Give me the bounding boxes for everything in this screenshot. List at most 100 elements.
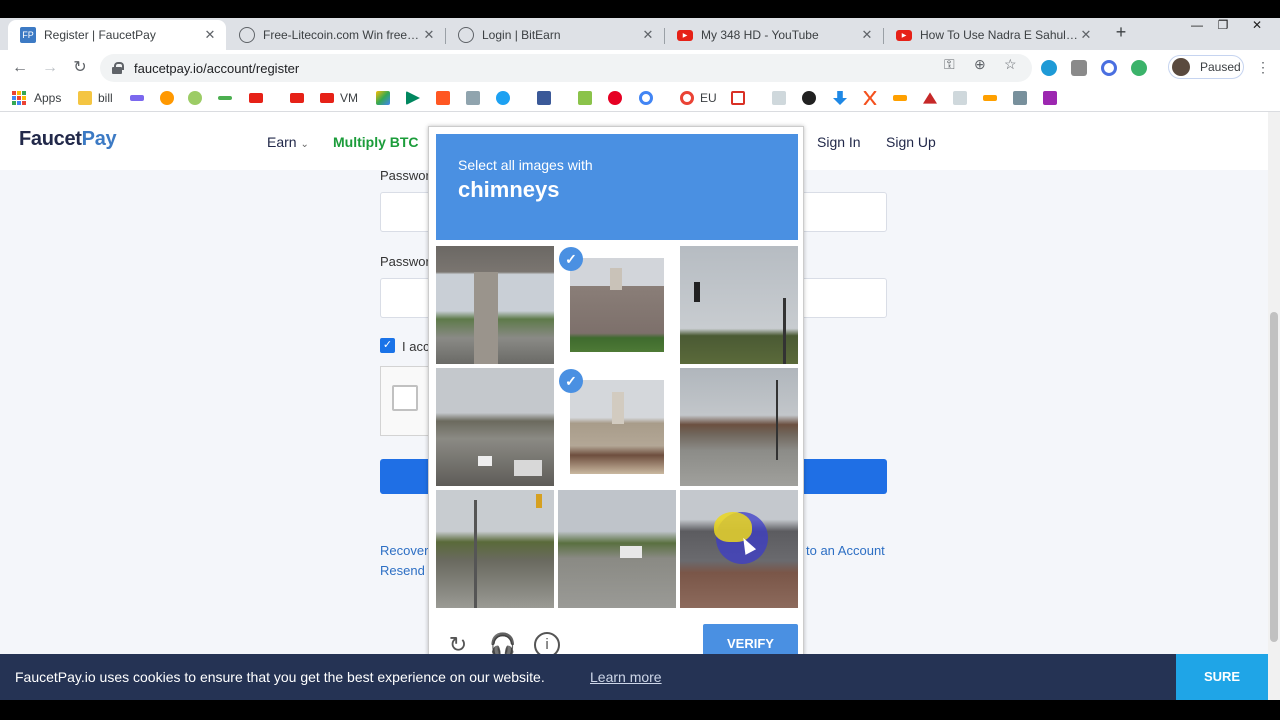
tab-faucetpay[interactable]: FP Register | FaucetPay ✕ [8,20,226,50]
bookmark-icon [218,96,232,100]
close-icon[interactable]: ✕ [1078,27,1094,43]
bookmark[interactable] [833,90,853,106]
nav-sign-in[interactable]: Sign In [817,134,861,150]
challenge-target: chimneys [458,177,560,202]
challenge-tile-intersection[interactable] [436,490,554,608]
menu-dots-icon[interactable]: ⋮ [1256,59,1270,76]
faucetpay-logo[interactable]: FaucetPay [19,128,117,151]
bookmark-pinterest[interactable] [608,90,628,106]
bookmark-apps[interactable]: Apps [12,90,61,106]
bookmark[interactable] [1013,90,1033,106]
bookmark-facebook[interactable] [537,90,557,106]
bookmark[interactable] [863,90,883,106]
bookmark[interactable] [466,90,486,106]
recaptcha-checkbox[interactable] [392,385,418,411]
account-link[interactable]: to an Account [806,543,885,558]
forward-icon[interactable]: → [40,58,60,78]
learn-more-link[interactable]: Learn more [590,669,662,685]
bookmark-icon [1043,91,1057,105]
tab-free-litecoin[interactable]: Free-Litecoin.com Win free Lite ✕ [227,20,445,50]
close-icon[interactable]: ✕ [859,27,875,43]
lock-icon [112,62,124,74]
extension-icon[interactable] [1071,60,1087,76]
parking-lot-image [680,368,798,486]
bookmark[interactable] [772,90,792,106]
scrollbar[interactable] [1268,112,1280,700]
pinterest-icon [608,91,622,105]
challenge-header: Select all images with chimneys [436,134,798,240]
download-icon [833,91,847,105]
cookie-text: FaucetPay.io uses cookies to ensure that… [15,669,545,685]
extension-icon[interactable] [1041,60,1057,76]
add-icon[interactable]: ⊕ [974,56,986,73]
bookmark-eu[interactable]: EU [680,90,717,106]
close-icon[interactable]: ✕ [640,27,656,43]
bookmark[interactable] [218,90,238,106]
bookmark-gmail[interactable] [731,90,751,106]
bookmark[interactable] [983,90,1003,106]
minimize-icon[interactable]: — [1184,18,1210,38]
accept-cookies-button[interactable]: SURE [1176,654,1268,700]
bookmark-icon [130,95,144,101]
bookmark[interactable] [802,90,822,106]
bookmark[interactable] [130,90,150,106]
recover-link[interactable]: Recover [380,543,428,558]
nav-multiply-btc[interactable]: Multiply BTC [333,134,419,150]
youtube-icon [320,93,334,103]
bookmark[interactable] [188,90,208,106]
top-letterbox [0,0,1280,18]
youtube-icon: ▶ [677,29,693,41]
resend-link[interactable]: Resend [380,563,425,578]
google-icon [680,91,694,105]
restore-icon[interactable]: ❐ [1210,18,1236,38]
new-tab-icon[interactable]: + [1111,22,1131,42]
back-icon[interactable]: ← [10,58,30,78]
challenge-tile-street-cars[interactable] [558,490,676,608]
key-icon[interactable]: ⚿ [944,56,955,73]
tab-youtube-2[interactable]: ▶ How To Use Nadra E Sahulat A ✕ [884,20,1102,50]
bookmark[interactable] [578,90,598,106]
bookmark-icon [160,91,174,105]
challenge-tile-road[interactable] [436,368,554,486]
challenge-tile-overpass[interactable] [436,246,554,364]
challenge-tile-parking-lot[interactable] [680,368,798,486]
bookmark-icon [578,91,592,105]
tab-youtube-1[interactable]: ▶ My 348 HD - YouTube ✕ [665,20,883,50]
address-bar[interactable]: faucetpay.io/account/register [100,54,1032,82]
bookmark[interactable] [406,90,426,106]
bookmark[interactable] [1043,90,1063,106]
extension-icon[interactable] [1131,60,1147,76]
window-close-icon[interactable]: ✕ [1244,18,1270,38]
bookmark-bill[interactable]: bill [78,90,113,106]
nav-earn[interactable]: Earn ⌄ [267,134,309,150]
close-icon[interactable]: ✕ [421,27,437,43]
bookmark-youtube[interactable] [290,90,310,106]
bookmark-vm[interactable]: VM [320,90,358,106]
nav-sign-up[interactable]: Sign Up [886,134,936,150]
bookmark[interactable] [953,90,973,106]
selected-check-icon: ✓ [559,247,583,271]
browser-toolbar: ← → ↻ faucetpay.io/account/register ⚿ ⊕ … [0,50,1280,84]
profile-button[interactable]: Paused [1168,55,1244,79]
star-icon[interactable]: ☆ [1004,56,1017,73]
car-shape [620,546,642,558]
tab-bitearn[interactable]: Login | BitEarn ✕ [446,20,664,50]
bookmark[interactable] [436,90,456,106]
extension-icon[interactable] [1101,60,1117,76]
bookmark[interactable] [160,90,180,106]
bookmark-twitter[interactable] [496,90,516,106]
globe-icon [458,27,474,43]
bookmark-google[interactable] [639,90,659,106]
terms-checkbox[interactable]: ✓ [380,338,395,353]
bookmark[interactable] [893,90,913,106]
scrollbar-thumb[interactable] [1270,312,1278,642]
logo-part: Faucet [19,128,82,150]
reload-icon[interactable]: ↻ [70,58,90,78]
close-icon[interactable]: ✕ [202,27,218,43]
challenge-tile-traffic-light[interactable] [680,246,798,364]
bookmark[interactable] [923,90,943,106]
bookmark-icon [436,91,450,105]
bookmark-youtube[interactable] [249,90,269,106]
bookmark[interactable] [376,90,396,106]
apps-icon [12,91,26,105]
